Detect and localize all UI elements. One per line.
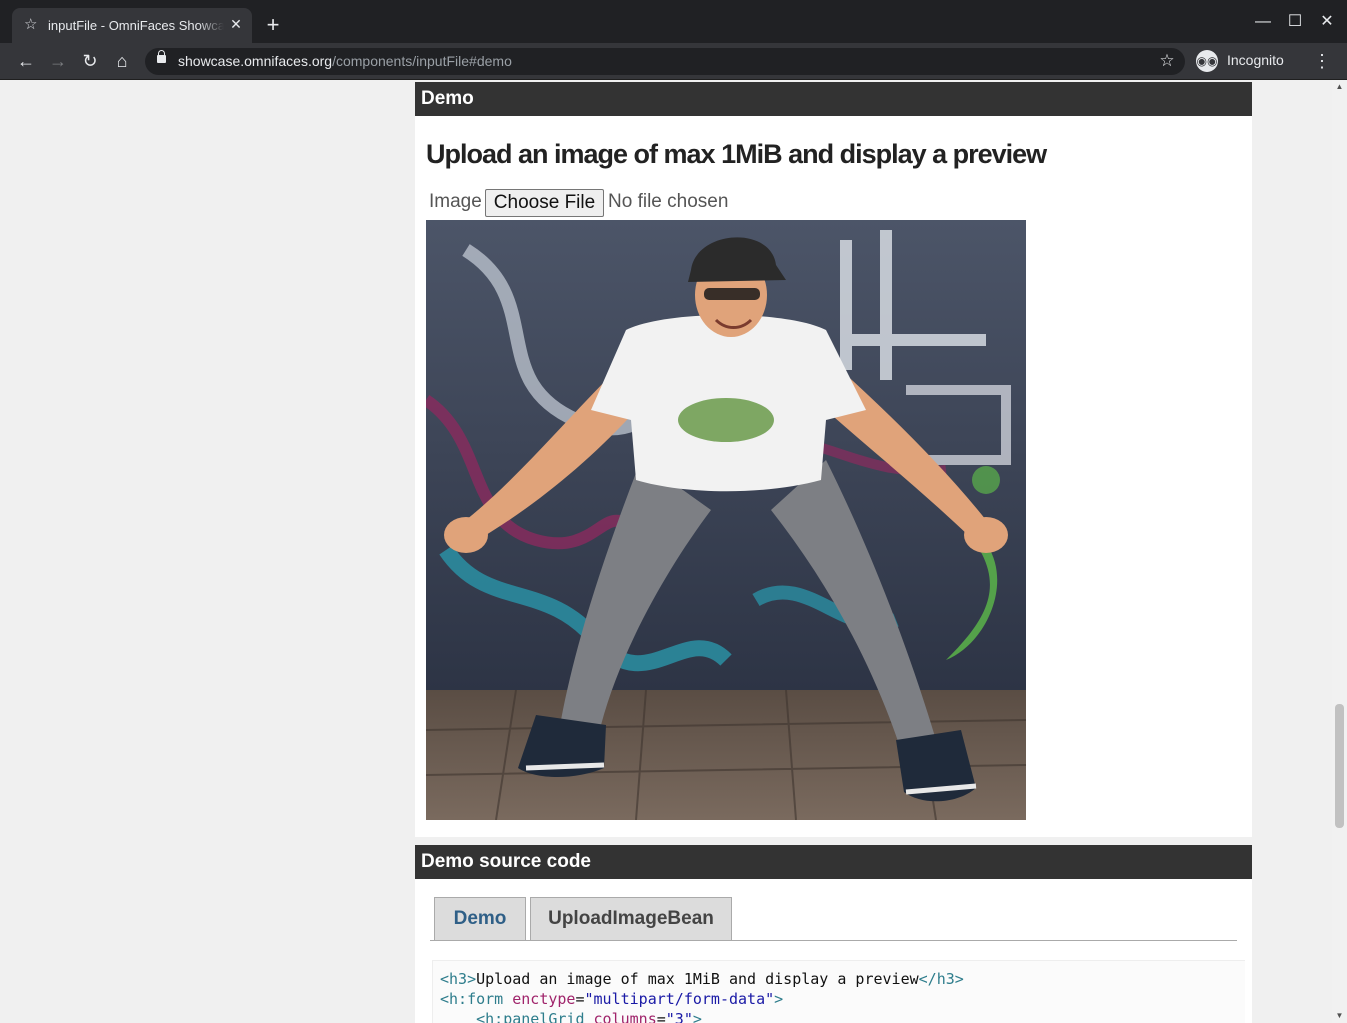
- tab-title: inputFile - OmniFaces Showcase: [48, 18, 224, 33]
- code-token: "3": [665, 1010, 693, 1023]
- code-token: "multipart/form-data": [584, 990, 775, 1008]
- scroll-down-arrow-icon[interactable]: ▼: [1332, 1009, 1347, 1023]
- browser-tab[interactable]: ☆ inputFile - OmniFaces Showcase ✕: [12, 8, 252, 43]
- tabs-divider: [430, 940, 1237, 941]
- star-favicon-icon: ☆: [24, 16, 38, 33]
- code-token: <h:panelGrid: [476, 1010, 585, 1023]
- browser-toolbar: ← → ↻ ⌂ showcase.omnifaces.org/component…: [0, 43, 1347, 80]
- scrollbar-thumb[interactable]: [1335, 704, 1344, 828]
- image-field-label: Image: [429, 191, 482, 212]
- minimize-button[interactable]: —: [1253, 12, 1273, 32]
- reload-icon[interactable]: ↻: [79, 50, 101, 72]
- demo-panel-header: Demo: [415, 82, 1252, 116]
- bookmark-star-icon[interactable]: ☆: [1157, 51, 1177, 71]
- code-token: Upload an image of max 1MiB and display …: [476, 970, 919, 988]
- demo-panel: Demo Upload an image of max 1MiB and dis…: [415, 82, 1252, 837]
- incognito-icon: ◉◉: [1196, 50, 1218, 72]
- forward-icon[interactable]: →: [47, 50, 69, 72]
- home-icon[interactable]: ⌂: [111, 50, 133, 72]
- image-preview: [426, 220, 1026, 820]
- code-token: </h3>: [918, 970, 964, 988]
- browser-titlebar: ☆ inputFile - OmniFaces Showcase ✕ + — ☐…: [0, 0, 1347, 43]
- url-text: showcase.omnifaces.org/components/inputF…: [178, 53, 512, 69]
- page-scrollbar[interactable]: ▲ ▼: [1332, 80, 1347, 1023]
- tab-close-icon[interactable]: ✕: [228, 16, 244, 32]
- preview-photo: [426, 220, 1026, 820]
- tab-uploadimagebean[interactable]: UploadImageBean: [530, 897, 732, 940]
- incognito-label: Incognito: [1227, 52, 1284, 68]
- window-close-button[interactable]: ✕: [1317, 12, 1337, 32]
- incognito-indicator[interactable]: ◉◉ Incognito: [1192, 47, 1304, 75]
- back-icon[interactable]: ←: [15, 50, 37, 72]
- code-token: =: [656, 1010, 666, 1023]
- file-status-text: No file chosen: [608, 191, 729, 212]
- maximize-button[interactable]: ☐: [1285, 12, 1305, 32]
- code-token: <h3>: [440, 970, 477, 988]
- code-block: <h3>Upload an image of max 1MiB and disp…: [432, 960, 1245, 1023]
- url-host: showcase.omnifaces.org: [178, 53, 333, 69]
- demo-title: Upload an image of max 1MiB and display …: [426, 139, 1047, 169]
- code-token: >: [774, 990, 784, 1008]
- address-bar[interactable]: showcase.omnifaces.org/components/inputF…: [145, 48, 1185, 75]
- tab-demo[interactable]: Demo: [434, 897, 526, 940]
- code-token: enctype: [512, 990, 576, 1008]
- source-code-panel: Demo source code Demo UploadImageBean <h…: [415, 845, 1252, 1023]
- new-tab-button[interactable]: +: [262, 14, 284, 36]
- page-viewport: Demo Upload an image of max 1MiB and dis…: [0, 80, 1347, 1023]
- source-panel-header: Demo source code: [415, 845, 1252, 879]
- code-token: <h:form: [440, 990, 504, 1008]
- code-token: >: [692, 1010, 702, 1023]
- choose-file-button[interactable]: Choose File: [485, 189, 604, 217]
- code-token: columns: [593, 1010, 657, 1023]
- scroll-up-arrow-icon[interactable]: ▲: [1332, 80, 1347, 94]
- url-path: /components/inputFile#demo: [332, 53, 512, 69]
- code-token: =: [575, 990, 585, 1008]
- browser-menu-icon[interactable]: ⋮: [1312, 50, 1332, 72]
- lock-icon[interactable]: [157, 50, 166, 63]
